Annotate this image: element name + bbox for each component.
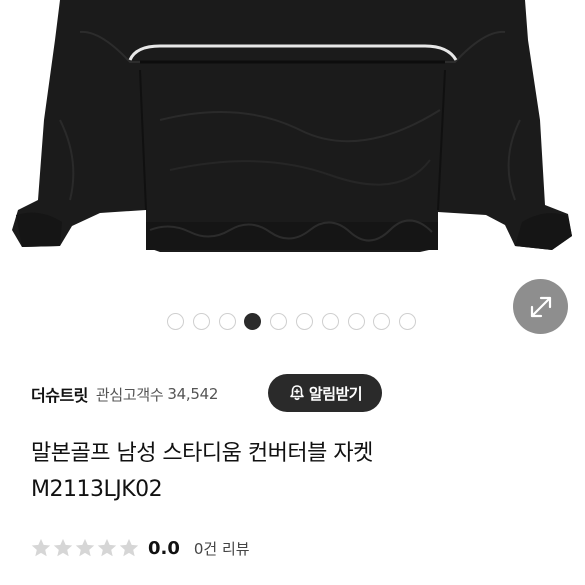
carousel-dot[interactable] [192,313,210,330]
carousel-dot[interactable] [167,313,184,330]
carousel-dot[interactable] [399,313,417,330]
follower-count: 34,542 [167,385,219,403]
star-icon [97,538,117,557]
product-image[interactable] [0,0,585,348]
product-title: 말본골프 남성 스타디움 컨버터블 자켓 M2113LJK02 [31,436,561,508]
star-rating [30,537,140,559]
bell-plus-icon [288,384,306,402]
rating-score: 0.0 [148,537,180,559]
star-icon [31,538,51,557]
brand-name[interactable]: 더슈트릿 [31,382,88,406]
carousel-dot[interactable] [373,313,391,330]
carousel-dot[interactable] [321,313,339,330]
carousel-dot[interactable] [347,313,365,330]
expand-diagonal-icon [528,294,554,320]
expand-button[interactable] [513,279,568,334]
carousel-indicator [0,313,585,331]
product-model-code: M2113LJK02 [31,477,163,502]
carousel-dot[interactable] [296,313,313,330]
alert-subscribe-button[interactable]: 알림받기 [268,374,382,412]
star-icon [75,538,95,557]
follower-label: 관심고객수 [95,385,164,404]
rating-row[interactable]: 0.0 0건 리뷰 [30,535,250,561]
product-title-name: 말본골프 남성 스타디움 컨버터블 자켓 [31,441,373,466]
carousel-dot-active[interactable] [244,313,262,330]
star-icon [53,538,73,557]
brand-row: 더슈트릿 관심고객수 34,542 [31,376,218,412]
alert-button-label: 알림받기 [308,384,363,403]
review-count[interactable]: 0건 리뷰 [194,538,250,559]
carousel-dot[interactable] [270,313,288,330]
jacket-illustration [12,0,572,252]
carousel-dot[interactable] [218,313,236,330]
star-icon [119,538,139,557]
